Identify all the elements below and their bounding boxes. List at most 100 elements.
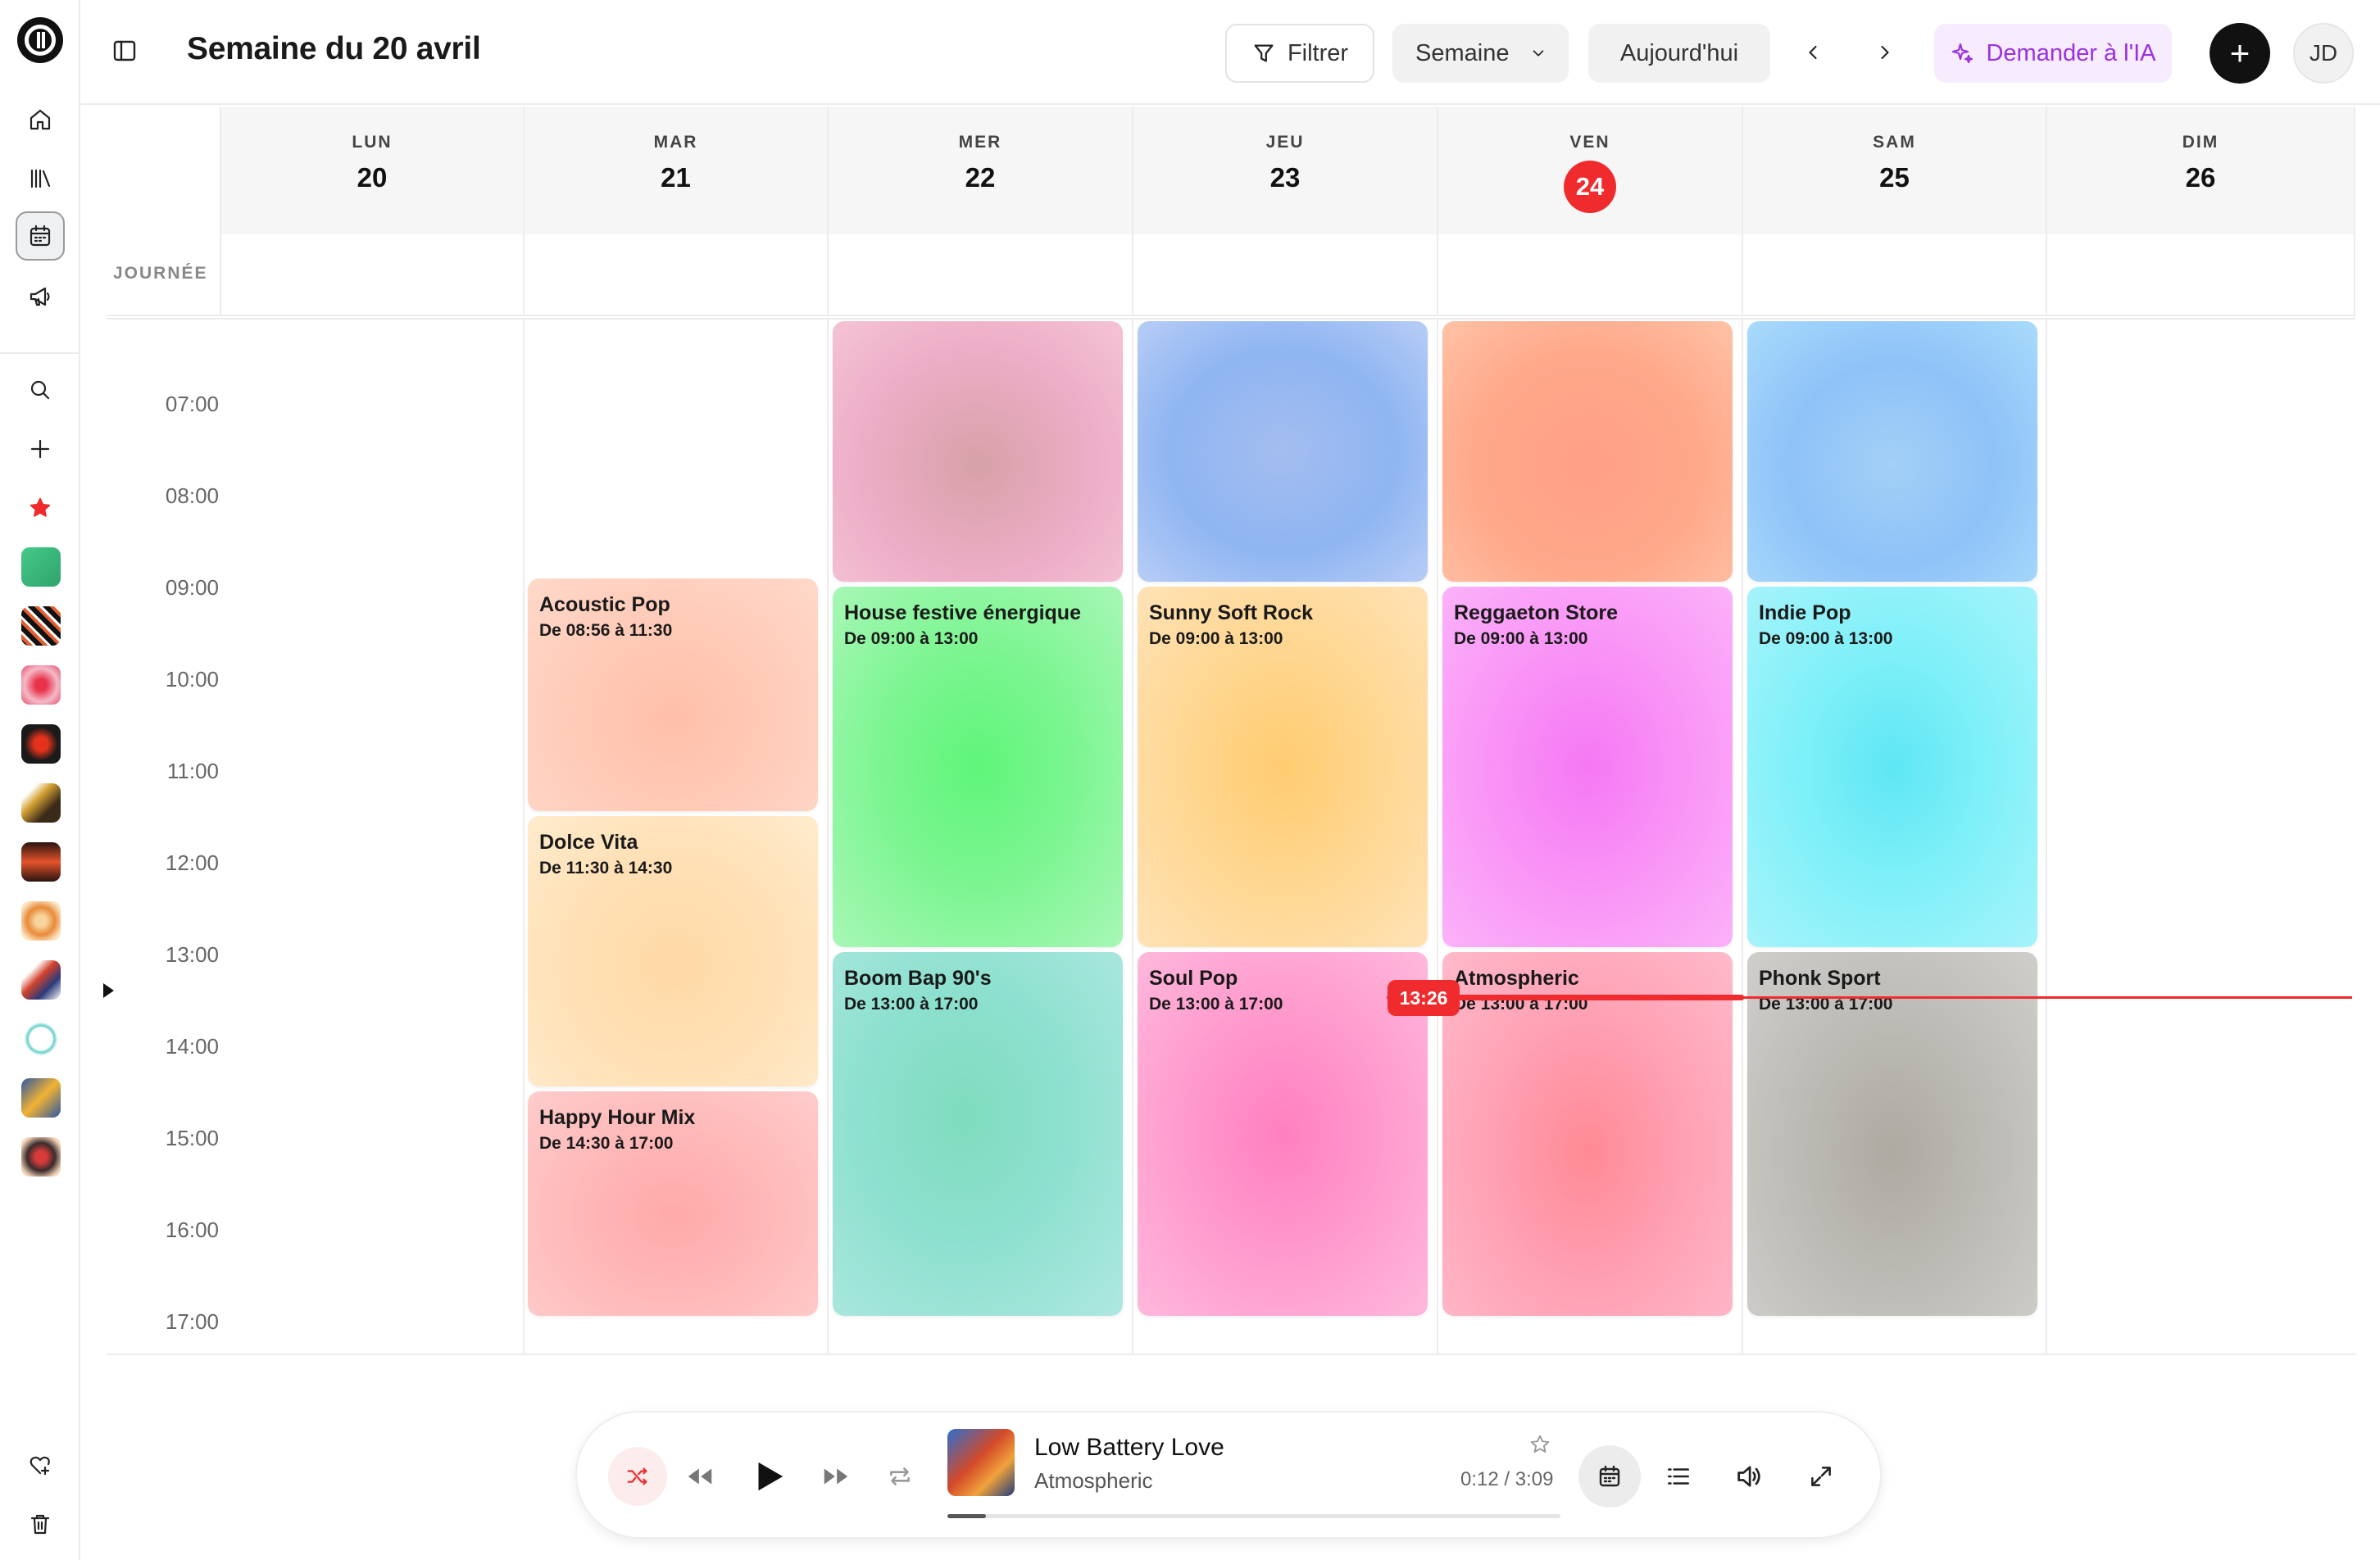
event-block[interactable] [1138, 321, 1428, 582]
event-title: Indie Pop [1759, 601, 1851, 624]
event-atmospheric[interactable]: Atmospheric De 13:00 à 17:00 [1442, 952, 1733, 1316]
sidebar [0, 0, 80, 1560]
grid-top-line [107, 318, 2355, 320]
trash-icon[interactable] [16, 1499, 65, 1549]
playlist-thumb[interactable] [21, 901, 61, 941]
next-week-button[interactable] [1869, 36, 1901, 69]
hour-label: 13:00 [165, 942, 219, 967]
favorite-button[interactable] [1526, 1431, 1554, 1458]
volume-button[interactable] [1733, 1460, 1765, 1493]
repeat-icon [890, 1467, 910, 1485]
column-divider [2046, 320, 2047, 1354]
add-button[interactable]: + [2210, 23, 2270, 84]
allday-cell[interactable] [525, 234, 829, 316]
column-divider [1437, 320, 1438, 1354]
forward-button[interactable] [818, 1458, 854, 1494]
rewind-icon [688, 1468, 712, 1485]
expand-hours-arrow-icon[interactable] [103, 983, 114, 998]
previous-week-button[interactable] [1796, 36, 1829, 69]
event-soul-pop[interactable]: Soul Pop De 13:00 à 17:00 [1138, 952, 1428, 1316]
event-acoustic-pop[interactable]: Acoustic Pop De 08:56 à 11:30 [528, 578, 818, 811]
chevron-right-icon [1881, 45, 1889, 60]
day-date: 26 [2185, 162, 2216, 193]
search-icon[interactable] [16, 365, 65, 415]
event-phonk-sport[interactable]: Phonk Sport De 13:00 à 17:00 [1747, 952, 2037, 1316]
event-block[interactable] [1747, 321, 2037, 582]
playlist-thumb[interactable] [21, 960, 61, 1000]
day-header[interactable]: DIM 26 [2047, 107, 2355, 234]
event-title: Sunny Soft Rock [1149, 601, 1314, 624]
app-logo[interactable] [17, 17, 63, 63]
plus-icon[interactable] [16, 424, 65, 474]
library-icon[interactable] [16, 154, 65, 203]
progress-bar[interactable] [947, 1514, 1560, 1518]
filter-button[interactable]: Filtrer [1225, 24, 1374, 83]
allday-cell[interactable] [1133, 234, 1438, 316]
repeat-button[interactable] [883, 1460, 916, 1493]
megaphone-icon[interactable] [16, 272, 65, 321]
event-block[interactable] [833, 321, 1123, 582]
day-header[interactable]: LUN 20 [221, 107, 525, 234]
calendar-icon[interactable] [16, 211, 65, 261]
event-title: House festive énergique [844, 601, 1081, 624]
sidebar-toggle-icon[interactable] [111, 38, 138, 64]
rewind-button[interactable] [682, 1458, 718, 1494]
playlist-thumb[interactable] [21, 606, 61, 646]
playlist-thumb[interactable] [21, 724, 61, 764]
day-header[interactable]: SAM 25 [1743, 107, 2047, 234]
event-indie-pop[interactable]: Indie Pop De 09:00 à 13:00 [1747, 587, 2037, 947]
track-time: 0:12 / 3:09 [1460, 1468, 1554, 1490]
current-time-badge: 13:26 [1388, 980, 1460, 1016]
playlist-thumb[interactable] [21, 1137, 61, 1177]
playlist-thumb[interactable] [21, 1019, 61, 1059]
allday-cell[interactable] [221, 234, 525, 316]
event-reggaeton-store[interactable]: Reggaeton Store De 09:00 à 13:00 [1442, 587, 1733, 947]
allday-cell[interactable] [1743, 234, 2047, 316]
today-button[interactable]: Aujourd'hui [1588, 24, 1770, 83]
playlist-thumb[interactable] [21, 547, 61, 587]
today-button-label: Aujourd'hui [1619, 39, 1739, 66]
home-icon[interactable] [16, 95, 65, 144]
track-title: Low Battery Love [1034, 1434, 1224, 1461]
day-header[interactable]: MER 22 [829, 107, 1133, 234]
event-time: De 11:30 à 14:30 [539, 859, 673, 878]
day-header[interactable]: VEN 24 [1438, 107, 1743, 234]
allday-cell[interactable] [2047, 234, 2355, 316]
day-header[interactable]: MAR 21 [525, 107, 829, 234]
topbar: Semaine du 20 avril Filtrer Semaine Aujo… [80, 0, 2380, 105]
view-select-label: Semaine [1415, 39, 1510, 66]
album-cover[interactable] [947, 1429, 1015, 1496]
event-house-festive[interactable]: House festive énergique De 09:00 à 13:00 [833, 587, 1123, 947]
event-boom-bap[interactable]: Boom Bap 90's De 13:00 à 17:00 [833, 952, 1123, 1316]
allday-cell[interactable] [829, 234, 1133, 316]
play-button[interactable] [747, 1455, 790, 1498]
event-time: De 13:00 à 17:00 [1149, 995, 1283, 1014]
day-name: JEU [1265, 133, 1305, 152]
allday-cell[interactable] [1438, 234, 1743, 316]
view-select[interactable]: Semaine [1392, 24, 1569, 83]
calendar-view-button[interactable] [1578, 1445, 1641, 1508]
track-artist[interactable]: Atmospheric [1034, 1468, 1153, 1494]
ask-ai-label: Demander à l'IA [1986, 39, 2156, 66]
playlist-thumb[interactable] [21, 665, 61, 705]
play-icon [758, 1462, 783, 1491]
avatar[interactable]: JD [2293, 23, 2354, 84]
heart-plus-icon[interactable] [16, 1440, 65, 1490]
queue-button[interactable] [1662, 1460, 1695, 1493]
playlist-thumb[interactable] [21, 783, 61, 823]
ask-ai-button[interactable]: Demander à l'IA [1934, 24, 2172, 83]
expand-icon [1811, 1467, 1831, 1486]
shuffle-button[interactable] [608, 1447, 667, 1506]
event-happy-hour[interactable]: Happy Hour Mix De 14:30 à 17:00 [528, 1091, 818, 1316]
playlist-thumb[interactable] [21, 1078, 61, 1118]
event-title: Boom Bap 90's [844, 967, 992, 990]
event-block[interactable] [1442, 321, 1733, 582]
playlist-thumb[interactable] [21, 842, 61, 882]
star-icon[interactable] [16, 483, 65, 533]
day-header[interactable]: JEU 23 [1133, 107, 1438, 234]
event-dolce-vita[interactable]: Dolce Vita De 11:30 à 14:30 [528, 816, 818, 1086]
hour-label: 10:00 [165, 667, 219, 692]
expand-button[interactable] [1805, 1460, 1837, 1493]
event-sunny-soft-rock[interactable]: Sunny Soft Rock De 09:00 à 13:00 [1138, 587, 1428, 947]
event-title: Phonk Sport [1759, 967, 1881, 990]
